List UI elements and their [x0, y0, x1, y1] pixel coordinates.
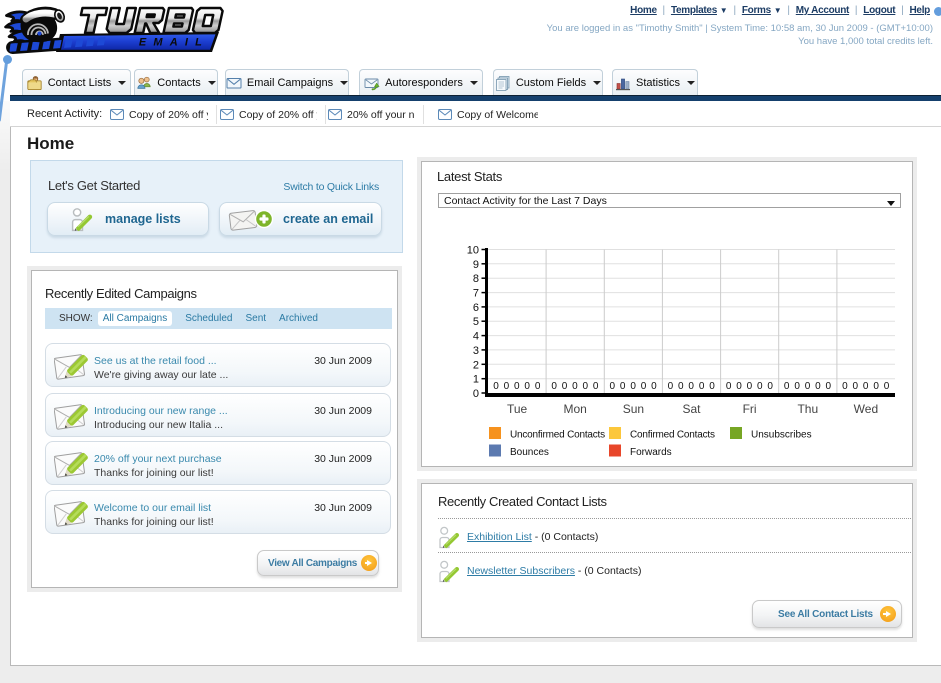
svg-text:0: 0: [784, 381, 790, 392]
svg-text:0: 0: [593, 381, 599, 392]
svg-text:0: 0: [699, 381, 705, 392]
svg-text:0: 0: [863, 381, 869, 392]
svg-text:0: 0: [514, 381, 520, 392]
svg-text:3: 3: [473, 345, 479, 357]
svg-text:0: 0: [630, 381, 636, 392]
svg-text:0: 0: [726, 381, 732, 392]
svg-text:0: 0: [651, 381, 657, 392]
svg-text:0: 0: [678, 381, 684, 392]
svg-text:Unsubscribes: Unsubscribes: [751, 430, 812, 441]
svg-text:0: 0: [884, 381, 890, 392]
svg-text:0: 0: [826, 381, 832, 392]
svg-text:0: 0: [535, 381, 541, 392]
svg-text:0: 0: [794, 381, 800, 392]
svg-text:0: 0: [842, 381, 848, 392]
svg-text:6: 6: [473, 302, 479, 314]
svg-text:EMAIL: EMAIL: [139, 37, 209, 49]
svg-text:0: 0: [709, 381, 715, 392]
svg-text:Mon: Mon: [564, 402, 587, 416]
svg-text:0: 0: [493, 381, 499, 392]
svg-text:2: 2: [473, 359, 479, 371]
svg-text:0: 0: [853, 381, 859, 392]
svg-text:0: 0: [583, 381, 589, 392]
svg-text:Wed: Wed: [854, 402, 878, 416]
svg-text:0: 0: [736, 381, 742, 392]
svg-text:0: 0: [873, 381, 879, 392]
svg-text:4: 4: [473, 331, 479, 343]
svg-text:0: 0: [610, 381, 616, 392]
svg-text:Forwards: Forwards: [630, 447, 672, 458]
svg-text:0: 0: [473, 388, 479, 400]
svg-text:Unconfirmed Contacts: Unconfirmed Contacts: [510, 430, 605, 441]
svg-text:0: 0: [805, 381, 811, 392]
svg-text:0: 0: [641, 381, 647, 392]
svg-text:5: 5: [473, 316, 479, 328]
svg-text:Sat: Sat: [682, 402, 701, 416]
svg-text:0: 0: [562, 381, 568, 392]
svg-text:8: 8: [473, 273, 479, 285]
svg-text:9: 9: [473, 259, 479, 271]
svg-text:1: 1: [473, 374, 479, 386]
svg-text:Thu: Thu: [797, 402, 818, 416]
svg-text:7: 7: [473, 288, 479, 300]
svg-text:0: 0: [620, 381, 626, 392]
svg-text:0: 0: [815, 381, 821, 392]
svg-text:0: 0: [551, 381, 557, 392]
svg-text:Confirmed Contacts: Confirmed Contacts: [630, 430, 715, 441]
svg-text:0: 0: [688, 381, 694, 392]
svg-text:0: 0: [757, 381, 763, 392]
svg-text:10: 10: [467, 245, 479, 257]
svg-text:0: 0: [572, 381, 578, 392]
svg-text:Bounces: Bounces: [510, 447, 549, 458]
svg-text:0: 0: [504, 381, 510, 392]
svg-text:0: 0: [747, 381, 753, 392]
svg-text:0: 0: [524, 381, 530, 392]
svg-text:0: 0: [767, 381, 773, 392]
svg-text:Sun: Sun: [623, 402, 644, 416]
svg-text:Fri: Fri: [743, 402, 757, 416]
svg-text:Tue: Tue: [507, 402, 528, 416]
svg-text:0: 0: [668, 381, 674, 392]
